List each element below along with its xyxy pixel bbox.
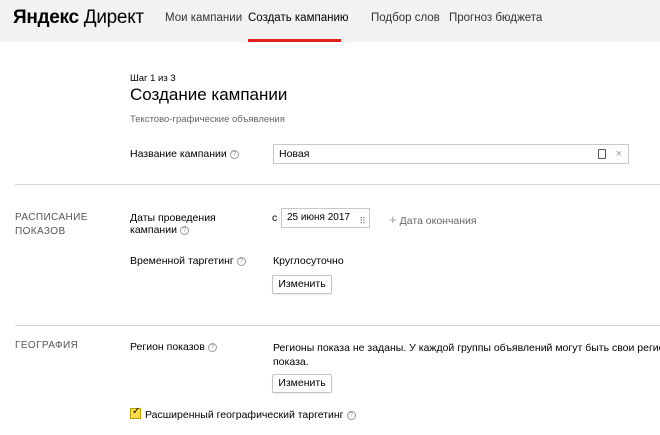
- help-icon[interactable]: ?: [207, 342, 217, 352]
- plus-icon: +: [389, 212, 397, 227]
- geography-section-title: ГЕОГРАФИЯ: [15, 340, 79, 351]
- change-time-targeting-button[interactable]: Изменить: [272, 275, 332, 294]
- logo-yandex: Яндекс: [13, 7, 79, 28]
- section-divider: [15, 184, 660, 185]
- add-end-date-link[interactable]: + Дата окончания: [389, 212, 477, 227]
- page-title: Создание кампании: [130, 85, 288, 104]
- help-icon[interactable]: ?: [229, 149, 239, 159]
- calendar-icon[interactable]: ⠿: [359, 212, 366, 230]
- campaign-name-label-text: Название кампании: [130, 148, 227, 160]
- help-icon[interactable]: ?: [179, 225, 189, 235]
- time-targeting-value: Круглосуточно: [273, 255, 344, 267]
- campaign-dates-label: Даты проведения кампании?: [130, 212, 216, 236]
- region-info-line1: Регионы показа не заданы. У каждой групп…: [273, 342, 660, 354]
- time-targeting-label-text: Временной таргетинг: [130, 255, 234, 267]
- nav-create-campaign[interactable]: Создать кампанию: [248, 12, 349, 24]
- change-region-button[interactable]: Изменить: [272, 374, 332, 393]
- step-indicator: Шаг 1 из 3: [130, 73, 176, 84]
- campaign-dates-label-line1: Даты проведения: [130, 212, 216, 224]
- schedule-title-line1: РАСПИСАНИЕ: [15, 212, 88, 223]
- campaign-dates-label-line2-wrap: кампании?: [130, 224, 216, 236]
- region-info-line2: показа.: [273, 356, 309, 368]
- help-icon[interactable]: ?: [346, 410, 356, 420]
- campaign-dates-label-line2: кампании: [130, 224, 177, 236]
- yandex-direct-logo[interactable]: Яндекс Директ: [13, 7, 144, 29]
- campaign-type-subtitle: Текстово-графические объявления: [130, 114, 285, 125]
- extended-geo-label: Расширенный географический таргетинг?: [145, 409, 356, 421]
- active-tab-indicator: [248, 39, 341, 42]
- campaign-name-input[interactable]: Новая ×: [273, 144, 629, 164]
- help-icon[interactable]: ?: [236, 256, 246, 266]
- logo-direct: Директ: [83, 7, 144, 28]
- nav-budget-forecast[interactable]: Прогноз бюджета: [449, 12, 542, 24]
- campaign-name-value: Новая: [279, 148, 310, 160]
- top-bar: Яндекс Директ Мои кампании Создать кампа…: [0, 0, 660, 42]
- date-from-prefix: с: [272, 212, 278, 224]
- region-label: Регион показов?: [130, 341, 217, 353]
- extended-geo-checkbox[interactable]: [130, 406, 141, 419]
- time-targeting-label: Временной таргетинг?: [130, 255, 246, 267]
- campaign-name-label: Название кампании?: [130, 148, 239, 160]
- add-end-date-label: Дата окончания: [399, 215, 477, 227]
- region-info-text: Регионы показа не заданы. У каждой групп…: [273, 341, 660, 369]
- nav-word-selection[interactable]: Подбор слов: [371, 12, 440, 24]
- start-date-input[interactable]: 25 июня 2017 ⠿: [281, 208, 370, 228]
- keyboard-layout-icon[interactable]: [598, 149, 606, 159]
- region-label-text: Регион показов: [130, 341, 205, 353]
- clear-icon[interactable]: ×: [616, 145, 622, 163]
- nav-my-campaigns[interactable]: Мои кампании: [165, 12, 242, 24]
- extended-geo-label-text: Расширенный географический таргетинг: [145, 409, 344, 421]
- start-date-value: 25 июня 2017: [287, 212, 350, 223]
- schedule-title-line2: ПОКАЗОВ: [15, 226, 66, 237]
- section-divider: [15, 325, 660, 326]
- schedule-section-title: РАСПИСАНИЕ ПОКАЗОВ: [15, 211, 88, 239]
